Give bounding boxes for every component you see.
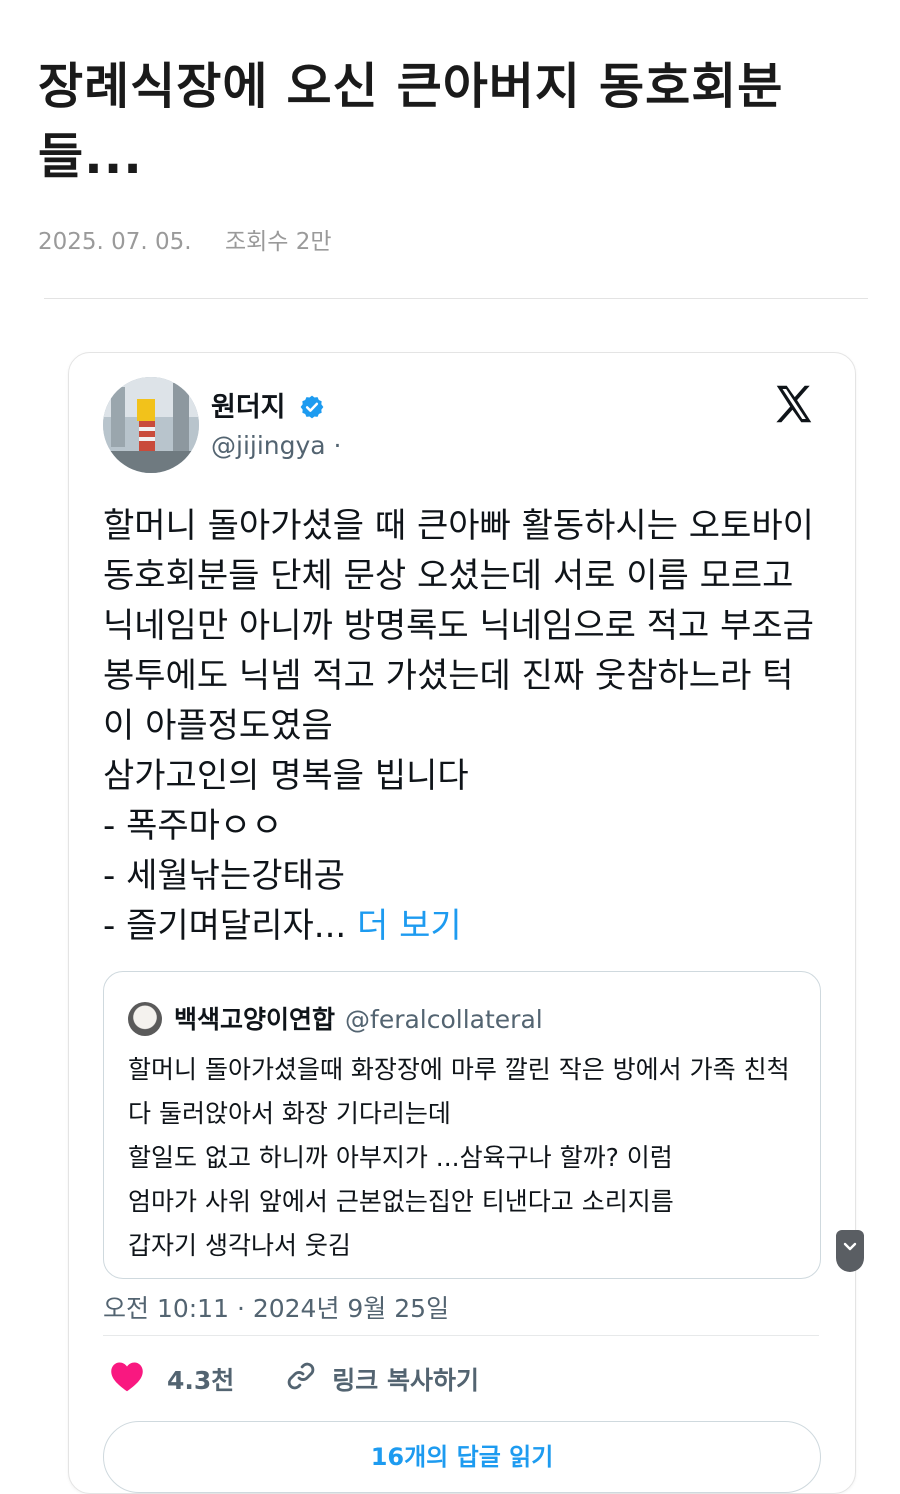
tweet-text: 할머니 돌아가셨을 때 큰아빠 활동하시는 오토바이 동호회분들 단체 문상 오… xyxy=(103,501,823,951)
post-title: 장례식장에 오신 큰아버지 동호회분들... xyxy=(38,58,784,185)
heart-icon[interactable] xyxy=(109,1359,145,1399)
author-name-text[interactable]: 원더지 xyxy=(211,392,286,423)
copy-link-label[interactable]: 링크 복사하기 xyxy=(332,1361,479,1397)
copy-link-button[interactable]: 링크 복사하기 xyxy=(284,1359,479,1399)
author-name[interactable]: 원더지 xyxy=(211,385,325,427)
author-avatar[interactable] xyxy=(103,377,199,473)
x-logo-icon[interactable] xyxy=(771,381,817,427)
tweet-card[interactable]: 원더지 @jijingya · 할머니 돌아가셨을 때 큰아빠 활동하시는 오토… xyxy=(68,352,856,1494)
show-more-link[interactable]: 더 보기 xyxy=(357,906,462,946)
card-divider xyxy=(103,1335,819,1336)
link-icon[interactable] xyxy=(284,1359,318,1399)
scroll-down-button[interactable] xyxy=(836,1230,864,1272)
quoted-author[interactable]: 백색고양이연합 @feralcollateral xyxy=(174,1000,543,1036)
chevron-down-icon[interactable] xyxy=(836,1242,864,1270)
quoted-author-avatar[interactable] xyxy=(128,1002,162,1036)
tweet-body-text: 할머니 돌아가셨을 때 큰아빠 활동하시는 오토바이 동호회분들 단체 문상 오… xyxy=(103,506,814,946)
action-bar: 4.3천 링크 복사하기 xyxy=(109,1359,479,1399)
quoted-author-handle[interactable]: @feralcollateral xyxy=(345,1005,543,1034)
tweet-timestamp[interactable]: 오전 10:11 · 2024년 9월 25일 xyxy=(103,1289,449,1325)
quoted-tweet-text: 할머니 돌아가셨을때 화장장에 마루 깔린 작은 방에서 가족 친척 다 둘러앉… xyxy=(128,1055,790,1260)
like-count: 4.3천 xyxy=(167,1366,235,1395)
verified-badge-icon xyxy=(299,394,325,427)
post-meta: 2025. 07. 05. 조회수 2만 xyxy=(38,222,332,256)
quoted-author-name[interactable]: 백색고양이연합 xyxy=(174,1005,335,1034)
view-count: 조회수 2만 xyxy=(224,229,332,255)
read-replies-button[interactable]: 16개의 답글 읽기 xyxy=(103,1421,821,1493)
header-divider xyxy=(44,298,868,299)
author-handle[interactable]: @jijingya · xyxy=(211,431,342,460)
post-date: 2025. 07. 05. xyxy=(38,229,192,255)
quoted-tweet[interactable]: 백색고양이연합 @feralcollateral 할머니 돌아가셨을때 화장장에 … xyxy=(103,971,821,1279)
like-button[interactable]: 4.3천 xyxy=(109,1359,234,1399)
